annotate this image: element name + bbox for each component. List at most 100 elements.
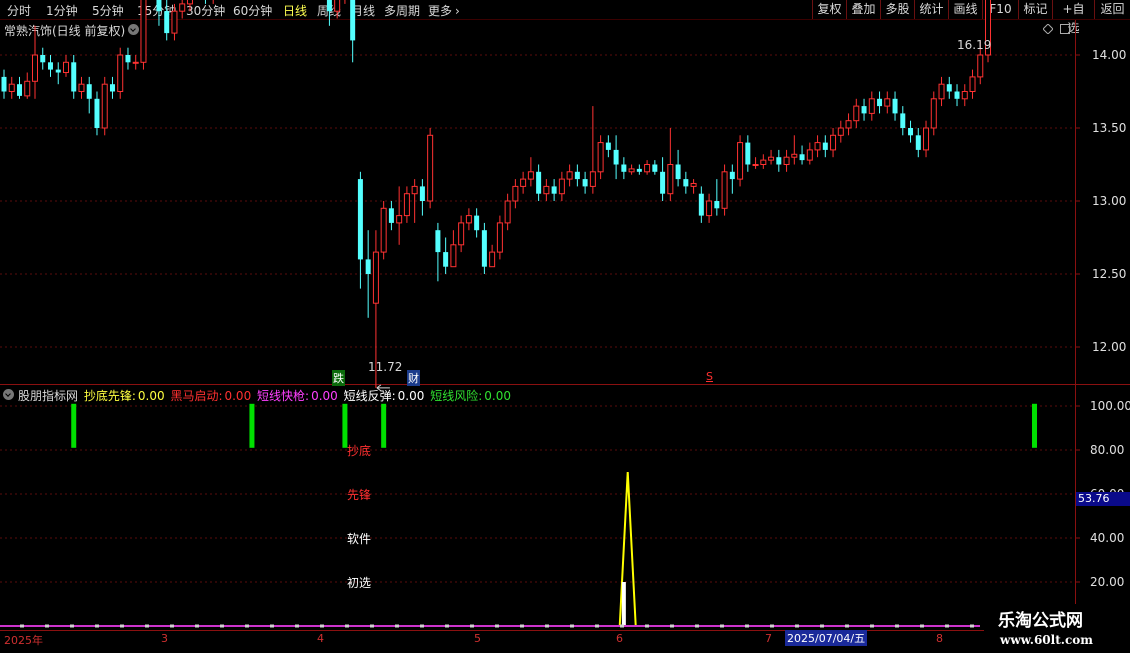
date-label-7: 7 xyxy=(765,632,772,645)
overlay-button[interactable]: 叠加 xyxy=(846,0,880,19)
candle-body xyxy=(892,98,898,114)
candle-body xyxy=(589,171,596,187)
candle-body xyxy=(78,83,85,92)
baseline-dot xyxy=(745,624,749,628)
candle-body xyxy=(566,171,573,180)
date-label-6: 6 xyxy=(616,632,623,645)
candle-body xyxy=(977,54,984,78)
svg-text:www.60lt.com: www.60lt.com xyxy=(999,633,1093,647)
event-mark-die[interactable]: 跌 xyxy=(332,370,345,386)
period-tab-multi[interactable]: 多周期 xyxy=(384,2,420,19)
candle-body xyxy=(597,142,604,173)
event-mark-cai[interactable]: 财 xyxy=(407,370,420,386)
candle-body xyxy=(71,62,77,92)
candle-body xyxy=(954,91,960,99)
candle-body xyxy=(737,142,744,180)
baseline-dot xyxy=(470,624,474,628)
indicator-chevron-down-icon[interactable] xyxy=(3,389,14,400)
indicator-name[interactable]: 股朋指标网 xyxy=(18,389,78,403)
candle-body xyxy=(504,200,511,224)
period-tab-5min[interactable]: 5分钟 xyxy=(92,2,124,19)
baseline-dot xyxy=(420,624,424,628)
legend-kuaiqiang-label: 短线快枪: xyxy=(257,389,310,403)
candle-body xyxy=(877,98,883,107)
period-tab-intraday[interactable]: 分时 xyxy=(7,2,31,19)
period-tab-weekly[interactable]: 周线 xyxy=(317,2,341,19)
candle-body xyxy=(582,179,588,187)
candle-body xyxy=(930,98,937,129)
diamond-icon[interactable] xyxy=(1043,24,1053,34)
signal-bar xyxy=(249,403,255,448)
signal-label-chuxuan: 初选 xyxy=(347,576,372,590)
baseline-dot xyxy=(495,624,499,628)
back-button[interactable]: 返回 xyxy=(1094,0,1130,19)
baseline-dot xyxy=(120,624,124,628)
baseline-dot xyxy=(870,624,874,628)
baseline-dot xyxy=(895,624,899,628)
candle-body xyxy=(644,164,651,173)
window-icon[interactable] xyxy=(1060,24,1070,34)
candle-body xyxy=(558,178,565,195)
chevron-down-icon[interactable] xyxy=(128,24,139,35)
candle-body xyxy=(621,164,627,172)
period-tab-more[interactable]: 更多 › xyxy=(428,2,460,19)
candle-body xyxy=(628,168,635,173)
fantan-signal-bar xyxy=(621,582,626,626)
candle-body xyxy=(729,171,735,180)
baseline-dot xyxy=(795,624,799,628)
candle-body xyxy=(652,164,658,172)
candle-body xyxy=(40,55,46,63)
candle-body xyxy=(47,62,53,70)
candle-body xyxy=(109,84,115,92)
candle-body xyxy=(62,61,69,74)
candle-body xyxy=(884,98,891,107)
baseline-dot xyxy=(545,624,549,628)
baseline-dot xyxy=(720,624,724,628)
legend-fantan-value: 0.00 xyxy=(397,389,425,403)
event-mark-s[interactable]: S xyxy=(706,370,713,383)
date-label-8: 8 xyxy=(936,632,943,645)
candle-body xyxy=(752,164,759,166)
restore-rights-button[interactable]: 复权 xyxy=(812,0,846,19)
legend-fengxian-label: 短线风险: xyxy=(430,389,483,403)
period-tab-monthly[interactable]: 月线 xyxy=(351,2,375,19)
indicator-tick-label: 40.00 xyxy=(1090,531,1124,545)
baseline-dot xyxy=(245,624,249,628)
period-tab-daily[interactable]: 日线 xyxy=(283,2,307,19)
candle-body xyxy=(55,69,61,73)
chaodi-signal-line xyxy=(618,471,637,627)
period-tab-30min[interactable]: 30分钟 xyxy=(186,2,225,19)
candle-body xyxy=(86,84,92,99)
baseline-dot xyxy=(145,624,149,628)
period-tab-60min[interactable]: 60分钟 xyxy=(233,2,272,19)
multi-stock-button[interactable]: 多股 xyxy=(880,0,914,19)
candle-body xyxy=(745,142,751,165)
f10-button[interactable]: F10 xyxy=(982,0,1018,19)
candle-body xyxy=(830,134,837,151)
candle-body xyxy=(613,149,619,165)
period-tab-15min[interactable]: 15分钟 xyxy=(137,2,176,19)
legend-chaodi-value: 0.00 xyxy=(137,389,165,403)
statistics-button[interactable]: 统计 xyxy=(914,0,948,19)
baseline-dot xyxy=(70,624,74,628)
baseline-dot xyxy=(820,624,824,628)
legend-fantan-label: 短线反弹: xyxy=(343,389,396,403)
candle-body xyxy=(496,222,503,253)
candle-body xyxy=(458,222,465,246)
baseline-dot xyxy=(970,624,974,628)
candle-body xyxy=(1,76,7,92)
period-tab-1min[interactable]: 1分钟 xyxy=(46,2,78,19)
candle-body xyxy=(791,153,798,158)
legend-heima-value: 0.00 xyxy=(224,389,252,403)
candle-body xyxy=(8,83,15,92)
baseline-dot xyxy=(20,624,24,628)
candle-body xyxy=(132,61,139,64)
candle-body xyxy=(94,98,100,128)
draw-line-button[interactable]: 画线 xyxy=(948,0,982,19)
mark-button[interactable]: 标记 xyxy=(1018,0,1052,19)
candle-body xyxy=(481,230,487,267)
candle-body xyxy=(806,149,813,161)
baseline-dot xyxy=(170,624,174,628)
baseline-dot xyxy=(445,624,449,628)
add-favorite-button[interactable]: +自选 xyxy=(1052,0,1094,35)
